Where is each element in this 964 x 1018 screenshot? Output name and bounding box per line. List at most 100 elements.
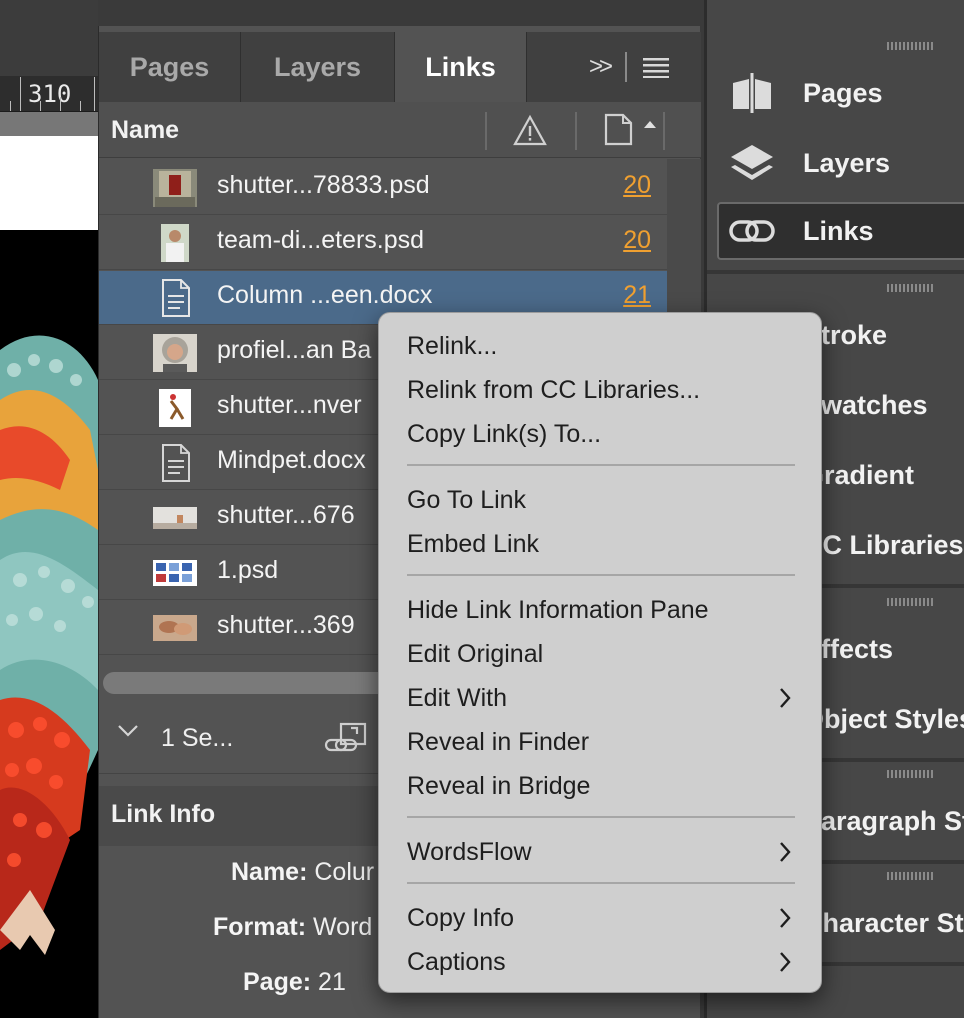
tab-links[interactable]: Links bbox=[395, 32, 527, 102]
menu-divider bbox=[407, 464, 795, 466]
tab-pages[interactable]: Pages bbox=[99, 32, 241, 102]
tab-layers[interactable]: Layers bbox=[241, 32, 395, 102]
menu-item-copy-links-to[interactable]: Copy Link(s) To... bbox=[407, 414, 797, 454]
menu-item-label: Relink... bbox=[407, 331, 498, 360]
menu-item-edit-with[interactable]: Edit With bbox=[407, 678, 797, 718]
menu-item-reveal-in-finder[interactable]: Reveal in Finder bbox=[407, 722, 797, 762]
menu-item-label: Copy Info bbox=[407, 903, 515, 932]
dock-item-layers[interactable]: Layers bbox=[719, 134, 964, 192]
menu-item-go-to-link[interactable]: Go To Link bbox=[407, 480, 797, 520]
chevron-right-icon bbox=[780, 842, 791, 862]
menu-item-label: Relink from CC Libraries... bbox=[407, 375, 701, 404]
document-canvas[interactable]: 310 bbox=[0, 0, 98, 1018]
link-page-number[interactable]: 20 bbox=[623, 226, 651, 255]
selection-status: 1 Se... bbox=[161, 724, 234, 752]
dock-label: Paragraph St bbox=[803, 805, 964, 836]
menu-item-reveal-in-bridge[interactable]: Reveal in Bridge bbox=[407, 766, 797, 806]
menu-item-label: WordsFlow bbox=[407, 837, 532, 866]
menu-item-label: Reveal in Bridge bbox=[407, 771, 591, 800]
dock-label: Layers bbox=[803, 147, 891, 178]
chevron-down-icon[interactable] bbox=[117, 724, 139, 738]
menu-item-wordsflow[interactable]: WordsFlow bbox=[407, 832, 797, 872]
menu-item-embed-link[interactable]: Embed Link bbox=[407, 524, 797, 564]
menu-item-label: Copy Link(s) To... bbox=[407, 419, 602, 448]
menu-item-edit-original[interactable]: Edit Original bbox=[407, 634, 797, 674]
info-value: Word bbox=[313, 913, 373, 941]
link-page-number[interactable]: 20 bbox=[623, 171, 651, 200]
menu-item-captions[interactable]: Captions bbox=[407, 942, 797, 982]
expand-panels-icon[interactable]: >> bbox=[589, 53, 613, 81]
link-file-name: Column ...een.docx bbox=[217, 281, 433, 309]
panel-menu-icon[interactable] bbox=[643, 56, 670, 78]
ruler-label: 310 bbox=[28, 80, 72, 108]
image-thumb-person bbox=[161, 224, 189, 262]
context-menu: Relink... Relink from CC Libraries... Co… bbox=[378, 312, 822, 993]
dock-label: Object Styles bbox=[803, 703, 964, 734]
link-page-number[interactable]: 21 bbox=[623, 281, 651, 310]
link-file-name: 1.psd bbox=[217, 556, 279, 584]
canvas-gutter bbox=[0, 112, 98, 136]
dock-label: Character St bbox=[803, 907, 964, 938]
dock-item-pages[interactable]: Pages bbox=[719, 64, 964, 122]
info-label: Page: bbox=[243, 968, 312, 996]
link-file-name: profiel...an Ba bbox=[217, 336, 372, 364]
dock-item-links[interactable]: Links bbox=[717, 202, 964, 260]
pages-icon bbox=[725, 70, 779, 116]
column-name-header[interactable]: Name bbox=[111, 116, 179, 145]
menu-item-copy-info[interactable]: Copy Info bbox=[407, 898, 797, 938]
document-icon bbox=[162, 279, 190, 317]
document-icon bbox=[162, 444, 190, 482]
info-value: Colur bbox=[314, 858, 375, 886]
dock-divider bbox=[707, 270, 964, 274]
menu-divider bbox=[407, 574, 795, 576]
page-column-icon[interactable] bbox=[603, 112, 663, 146]
menu-item-hide-link-info-pane[interactable]: Hide Link Information Pane bbox=[407, 590, 797, 630]
dock-label: Pages bbox=[803, 77, 883, 108]
image-thumb-hands bbox=[153, 615, 197, 641]
chameleon-image bbox=[0, 230, 98, 1018]
list-item[interactable]: shutter...78833.psd 20 bbox=[99, 161, 667, 215]
links-column-header: Name bbox=[99, 102, 701, 158]
menu-item-relink[interactable]: Relink... bbox=[407, 326, 797, 366]
dock-grip[interactable] bbox=[887, 598, 935, 606]
menu-item-label: Reveal in Finder bbox=[407, 727, 590, 756]
image-thumb-portrait bbox=[153, 334, 197, 372]
link-info-format: Format: Word bbox=[213, 913, 372, 942]
menu-item-relink-cc-libraries[interactable]: Relink from CC Libraries... bbox=[407, 370, 797, 410]
menu-item-label: Edit With bbox=[407, 683, 508, 712]
image-thumb-chart bbox=[153, 560, 197, 586]
column-divider bbox=[663, 112, 665, 150]
link-info-name: Name: Colur bbox=[231, 858, 374, 887]
tab-controls-divider bbox=[625, 52, 628, 82]
column-divider bbox=[485, 112, 487, 150]
link-info-title: Link Info bbox=[111, 800, 216, 828]
menu-divider bbox=[407, 816, 795, 818]
info-label: Name: bbox=[231, 858, 308, 886]
warning-icon[interactable] bbox=[513, 114, 547, 146]
menu-divider bbox=[407, 882, 795, 884]
list-item[interactable]: team-di...eters.psd 20 bbox=[99, 216, 667, 270]
image-thumb-landscape bbox=[153, 507, 197, 529]
dock-grip[interactable] bbox=[887, 42, 935, 50]
menu-item-label: Edit Original bbox=[407, 639, 544, 668]
layers-icon bbox=[725, 140, 779, 186]
column-divider bbox=[575, 112, 577, 150]
chevron-right-icon bbox=[780, 908, 791, 928]
info-value: 21 bbox=[318, 968, 346, 996]
canvas-pasteboard bbox=[0, 0, 98, 76]
links-icon bbox=[725, 208, 779, 254]
dock-label: CC Libraries bbox=[803, 529, 964, 560]
panel-tab-controls: >> bbox=[589, 32, 670, 102]
dock-grip[interactable] bbox=[887, 872, 935, 880]
document-page bbox=[0, 136, 98, 230]
menu-item-label: Embed Link bbox=[407, 529, 540, 558]
link-file-name: Mindpet.docx bbox=[217, 446, 366, 474]
panel-tab-bar: Pages Layers Links >> bbox=[99, 32, 701, 102]
link-file-name: shutter...369 bbox=[217, 611, 355, 639]
dock-grip[interactable] bbox=[887, 770, 935, 778]
relink-cc-libraries-icon[interactable] bbox=[323, 722, 371, 756]
dock-grip[interactable] bbox=[887, 284, 935, 292]
link-info-page: Page: 21 bbox=[243, 968, 346, 997]
chevron-right-icon bbox=[780, 688, 791, 708]
chevron-right-icon bbox=[780, 952, 791, 972]
